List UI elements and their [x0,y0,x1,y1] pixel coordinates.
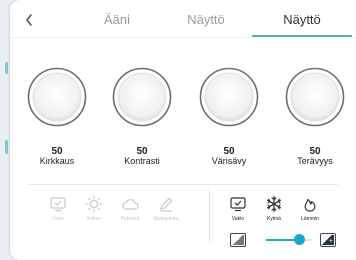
picture-mode-mukautettu[interactable]: Mukautettu [146,195,186,222]
contrast-low-icon [232,235,244,245]
picture-mode-kirkas[interactable]: Kirkas [74,195,114,222]
kirkkaus-label: Kirkkaus [39,156,75,166]
color-mode-label: Lämmin [301,216,319,222]
varisavy-label: Värisävy [211,156,247,166]
tab-naytto-active[interactable]: Näyttö [272,12,332,27]
kontrasti-label: Kontrasti [124,156,160,166]
picture-mode-label: Mukautettu [153,216,179,222]
picture-mode-label: Kirkas [87,216,101,222]
knob-varisavy[interactable] [199,67,259,127]
knob-kontrasti[interactable] [112,67,172,127]
tab-aani[interactable]: Ääni [92,12,142,27]
plus-icon: + [328,238,333,245]
picture-mode-label: Vakio [51,216,65,222]
color-mode-kylma[interactable]: Kylmä [254,195,294,222]
color-mode-label: Kylmä [267,216,281,222]
contrast-slider-track[interactable] [266,239,312,241]
picture-mode-label: Pehmeä [120,216,140,222]
side-accent [5,62,8,74]
settings-panel: Ääni Näyttö Näyttö 50 Kirkkaus 50 Kontra… [10,0,356,260]
snowflake-icon [266,195,282,213]
contrast-plus-button[interactable]: + [320,233,336,247]
color-mode-vakio[interactable]: Vakio [218,195,258,222]
section-separator [28,184,338,185]
picture-mode-pehmea[interactable]: Pehmeä [110,195,150,222]
cloud-icon [122,199,139,210]
flame-icon [304,198,316,212]
tab-naytto[interactable]: Näyttö [176,12,236,27]
pencil-icon [160,197,173,212]
mode-group-divider [209,188,210,243]
chevron-left-icon [26,14,32,26]
color-mode-lammin[interactable]: Lämmin [290,195,330,222]
knob-dial-icon [27,67,87,127]
knob-kirkkaus[interactable] [27,67,87,127]
display-check-icon [230,197,246,212]
contrast-slider-thumb[interactable] [293,234,305,245]
side-accent [5,140,8,154]
contrast-minus-button[interactable] [230,233,246,247]
display-check-icon [50,197,66,212]
minus-icon [234,239,239,240]
picture-mode-vakio[interactable]: Vakio [38,195,78,222]
knob-dial-icon [199,67,259,127]
sun-icon [86,196,102,212]
knob-teravyys[interactable] [285,67,345,127]
knob-dial-icon [112,67,172,127]
active-tab-underline [252,35,352,37]
tab-divider [10,37,356,38]
color-mode-label: Vakio [231,216,245,222]
back-button[interactable] [24,10,40,30]
teravyys-label: Terävyys [297,156,333,166]
knob-dial-icon [285,67,345,127]
